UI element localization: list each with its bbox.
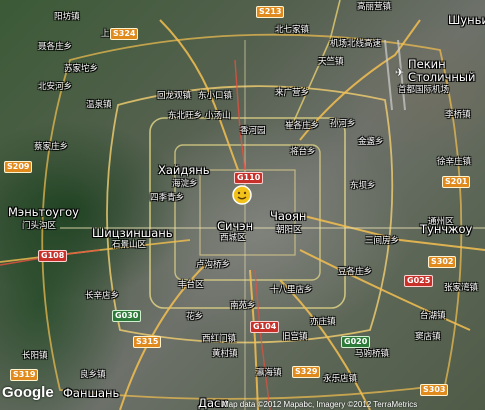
place-label: 东北旺乡 [168, 111, 203, 121]
airport-runway-1 [384, 39, 393, 111]
place-label: 门头沟区 [22, 221, 57, 231]
highway-shield-g108: G108 [38, 250, 68, 262]
place-label: 永乐店镇 [323, 374, 358, 384]
google-logo[interactable]: Google [2, 384, 54, 401]
city-label-shijingshan: Шицзиншань [92, 226, 173, 240]
highway-shield-s201: S201 [442, 176, 471, 188]
smiley-marker-icon[interactable] [232, 185, 252, 205]
place-label: 来广营乡 [275, 88, 310, 98]
place-label: 首都国际机场 [398, 85, 450, 95]
place-label: 张家湾镇 [444, 283, 479, 293]
place-label: 蔡家庄乡 [34, 142, 69, 152]
highway-shield-g104: G104 [250, 321, 280, 333]
city-label-shunyi: Шуньи [448, 13, 485, 27]
place-label: 南苑乡 [230, 301, 256, 311]
city-label-chaoyang: Чаоян [270, 209, 307, 223]
map-attribution: Map data ©2012 Mapabc, Imagery ©2012 Ter… [222, 400, 418, 409]
city-label-mentougou: Мэньтоугоу [8, 205, 79, 219]
place-label: 东小口镇 [198, 91, 233, 101]
place-label: 黄村镇 [212, 349, 238, 359]
road-label: 机场北线高速 [330, 39, 382, 49]
highway-shield-s302: S302 [428, 256, 457, 268]
g110-road [234, 59, 246, 171]
place-label: 西城区 [220, 233, 246, 243]
highway-shield-s303: S303 [420, 384, 449, 396]
airplane-icon: ✈ [395, 66, 405, 79]
place-label: 小汤山 [205, 111, 231, 121]
place-label: 北安河乡 [38, 82, 73, 92]
highway-shield-s319: S319 [10, 369, 39, 381]
place-label: 聂各庄乡 [38, 42, 73, 52]
highway-shield-g030: G030 [112, 310, 142, 322]
place-label: 朝阳区 [276, 225, 302, 235]
place-label: 长阳镇 [22, 351, 48, 361]
city-label-tongzhou: Тунчжоу [420, 222, 473, 236]
place-label: 阳坊镇 [54, 12, 80, 22]
highway-shield-s315: S315 [133, 336, 162, 348]
highway-shield-s213: S213 [256, 6, 285, 18]
highway-shield-g025: G025 [404, 275, 434, 287]
place-label: 丰台区 [178, 280, 204, 290]
place-label: 豆各庄乡 [338, 267, 373, 277]
place-label: 回龙观镇 [157, 91, 192, 101]
place-label: 石景山区 [112, 240, 147, 250]
highway-shield-g110: G110 [234, 172, 264, 184]
place-label: 花乡 [186, 312, 204, 322]
place-label: 将台乡 [290, 147, 316, 157]
place-label: 孙河乡 [330, 119, 356, 129]
highway-shield-s324: S324 [110, 28, 139, 40]
place-label: 亦庄镇 [310, 317, 336, 327]
city-label-fangshan: Фаншань [63, 386, 120, 400]
highway-shield-g020: G020 [341, 336, 371, 348]
satellite-map[interactable]: 阳坊镇 聂各庄乡 苏家坨乡 北安河乡 温泉镇 蔡家庄乡 上庄乡 回龙观镇 东小口… [0, 0, 485, 410]
place-label: 马驹桥镇 [355, 349, 390, 359]
place-label: 良乡镇 [80, 370, 106, 380]
place-label: 窦店镇 [415, 332, 441, 342]
city-label-haidian: Хайдянь [158, 163, 210, 177]
place-label: 高丽营镇 [357, 2, 392, 12]
place-label: 香河园 [240, 126, 266, 136]
place-label: 瀛海镇 [256, 368, 282, 378]
highway-shield-s329: S329 [292, 366, 321, 378]
place-label: 李桥镇 [445, 110, 471, 120]
place-label: 北七家镇 [275, 25, 310, 35]
place-label: 十八里店乡 [270, 285, 313, 295]
place-label: 徐辛庄镇 [437, 157, 472, 167]
place-label: 长辛店乡 [85, 291, 120, 301]
place-label: 温泉镇 [86, 100, 112, 110]
place-label: 海淀乡 [172, 179, 198, 189]
place-label: 西红门镇 [202, 334, 237, 344]
city-label-airport: Пекин Столичный [408, 57, 476, 84]
place-label: 卢沟桥乡 [196, 260, 231, 270]
place-label: 台湖镇 [420, 311, 446, 321]
city-label-sicheng: Сичэн [217, 219, 254, 233]
place-label: 崔各庄乡 [285, 121, 320, 131]
place-label: 旧宫镇 [282, 332, 308, 342]
place-label: 苏家坨乡 [64, 64, 99, 74]
place-label: 四季青乡 [150, 193, 185, 203]
place-label: 东坝乡 [350, 181, 376, 191]
place-label: 三间房乡 [365, 236, 400, 246]
highway-shield-s209: S209 [4, 161, 33, 173]
place-label: 天竺镇 [318, 57, 344, 67]
place-label: 金盏乡 [358, 137, 384, 147]
